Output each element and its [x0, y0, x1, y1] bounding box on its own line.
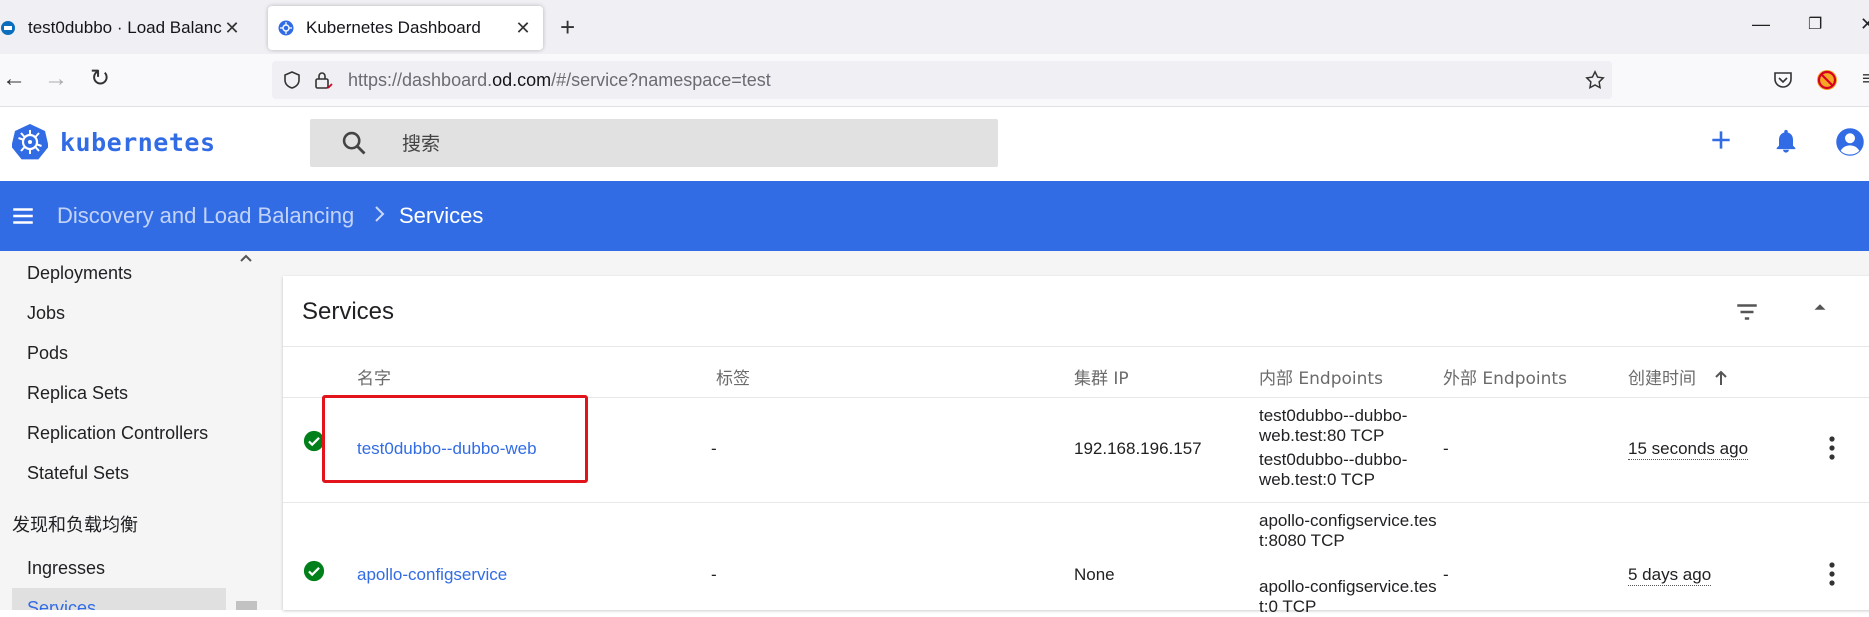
tab-title: Kubernetes Dashboard [306, 18, 481, 37]
minimize-window-button[interactable]: — [1752, 14, 1770, 35]
column-header-cluster-ip: 集群 IP [1074, 369, 1129, 389]
service-name-link[interactable]: apollo-configservice [357, 565, 507, 585]
reload-icon[interactable]: ↻ [90, 66, 110, 92]
internal-endpoint: apollo-configservice.test:0 TCP [1259, 577, 1437, 616]
service-external-endpoints: - [1443, 439, 1449, 458]
back-arrow-icon[interactable]: ← [2, 66, 26, 92]
column-header-created[interactable]: 创建时间 [1628, 364, 1729, 389]
k8s-header: kubernetes [0, 107, 1869, 181]
breadcrumb-toolbar: Discovery and Load Balancing Services [0, 181, 1869, 251]
service-labels: - [711, 439, 717, 458]
breadcrumb-parent-link[interactable]: Discovery and Load Balancing [57, 203, 354, 229]
column-header-labels: 标签 [716, 369, 750, 389]
card-title: Services [302, 298, 395, 325]
sidebar-item-pods[interactable]: Pods [27, 343, 68, 364]
sidebar-item-label: Services [27, 598, 97, 610]
tab-title: test0dubbo · Load Balancers [28, 18, 222, 37]
create-resource-plus-icon[interactable] [1708, 127, 1734, 153]
column-header-internal-endpoints: 内部 Endpoints [1259, 369, 1383, 389]
user-account-icon[interactable] [1835, 127, 1865, 157]
service-created-time: 5 days ago [1628, 565, 1712, 586]
internal-endpoint: apollo-configservice.test:8080 TCP [1259, 511, 1437, 550]
services-card: Services 名字 标签 集群 IP 内部 Endpoints 外部 End… [283, 276, 1869, 616]
pocket-icon[interactable] [1772, 69, 1794, 91]
browser-tab-strip: test0dubbo · Load Balancers ✕ Kubernetes… [0, 0, 1869, 54]
service-external-endpoints: - [1443, 565, 1449, 584]
column-header-name[interactable]: 名字 [357, 364, 391, 389]
sidebar-scrollbar-thumb[interactable] [236, 601, 257, 610]
sidebar-item-replication-controllers[interactable]: Replication Controllers [27, 423, 208, 444]
kubernetes-favicon-icon [278, 20, 294, 36]
lock-warning-icon[interactable] [312, 69, 334, 91]
breadcrumb-current: Services [399, 203, 484, 228]
sidebar-section-discovery[interactable]: 发现和负载均衡 [12, 511, 138, 537]
close-tab-icon[interactable]: ✕ [222, 18, 242, 39]
site-favicon-icon [1, 21, 15, 35]
table-header-row: 名字 标签 集群 IP 内部 Endpoints 外部 Endpoints 创建… [283, 346, 1869, 398]
service-labels: - [711, 565, 717, 584]
new-tab-button[interactable]: + [560, 13, 575, 41]
sidebar-item-services[interactable]: Services [12, 588, 226, 610]
url-host: od.com [492, 70, 552, 90]
table-row: apollo-configservice - None apollo-confi… [283, 503, 1869, 616]
more-actions-icon[interactable] [1828, 561, 1836, 587]
forward-arrow-icon[interactable]: → [44, 66, 68, 92]
collapse-card-icon[interactable] [1809, 296, 1831, 318]
close-window-button[interactable]: ✕ [1860, 14, 1869, 35]
status-ok-check-icon [303, 430, 325, 452]
bookmark-star-icon[interactable] [1584, 69, 1606, 91]
sidebar-item-ingresses[interactable]: Ingresses [27, 558, 105, 579]
kubernetes-wheel-icon [12, 124, 48, 160]
brand-name: kubernetes [60, 127, 216, 157]
hamburger-menu-icon[interactable] [10, 203, 36, 229]
kubernetes-logo[interactable]: kubernetes [12, 124, 216, 160]
search-icon [342, 131, 366, 155]
sidebar-item-replica-sets[interactable]: Replica Sets [27, 383, 128, 404]
more-actions-icon[interactable] [1828, 435, 1836, 461]
sidebar-item-deployments[interactable]: Deployments [27, 263, 132, 284]
internal-endpoint: test0dubbo--dubbo-web.test:0 TCP [1259, 450, 1408, 489]
restore-window-button[interactable]: ❐ [1808, 14, 1822, 34]
service-created-time: 15 seconds ago [1628, 439, 1749, 460]
url-text: https://dashboard.od.com/#/service?names… [348, 70, 771, 91]
browser-tab-load-balancers[interactable]: test0dubbo · Load Balancers ✕ [0, 6, 252, 50]
menu-icon[interactable]: ≡ [1862, 66, 1869, 92]
chevron-right-icon [375, 206, 385, 222]
table-row: test0dubbo--dubbo-web - 192.168.196.157 … [283, 397, 1869, 503]
url-prefix: https://dashboard. [348, 70, 493, 90]
sidebar-item-stateful-sets[interactable]: Stateful Sets [27, 463, 129, 484]
sidebar-nav: Deployments Jobs Pods Replica Sets Repli… [0, 251, 258, 610]
search-input[interactable] [400, 129, 964, 159]
url-suffix: /#/service?namespace=test [551, 70, 771, 90]
status-ok-check-icon [303, 560, 325, 582]
shield-icon[interactable] [282, 70, 302, 90]
service-cluster-ip: None [1074, 565, 1115, 584]
notifications-bell-icon[interactable] [1772, 127, 1800, 155]
close-tab-icon[interactable]: ✕ [513, 18, 533, 39]
browser-tab-kubernetes-dashboard[interactable]: Kubernetes Dashboard ✕ [268, 6, 543, 50]
column-header-created-label: 创建时间 [1628, 369, 1696, 389]
browser-nav-bar: ← → ↻ https://dashboard.od.com/#/service… [0, 54, 1869, 107]
service-cluster-ip: 192.168.196.157 [1074, 439, 1202, 458]
chevron-up-icon[interactable] [238, 251, 254, 265]
sidebar-item-jobs[interactable]: Jobs [27, 303, 65, 324]
blocked-extension-icon[interactable] [1815, 68, 1839, 92]
sort-ascending-arrow-icon[interactable] [1713, 369, 1729, 387]
internal-endpoint: test0dubbo--dubbo-web.test:80 TCP [1259, 406, 1408, 445]
column-header-external-endpoints: 外部 Endpoints [1443, 369, 1567, 389]
service-name-link[interactable]: test0dubbo--dubbo-web [357, 439, 537, 459]
filter-icon[interactable] [1733, 299, 1761, 325]
address-bar[interactable]: https://dashboard.od.com/#/service?names… [272, 61, 1612, 99]
search-box[interactable] [310, 119, 998, 167]
